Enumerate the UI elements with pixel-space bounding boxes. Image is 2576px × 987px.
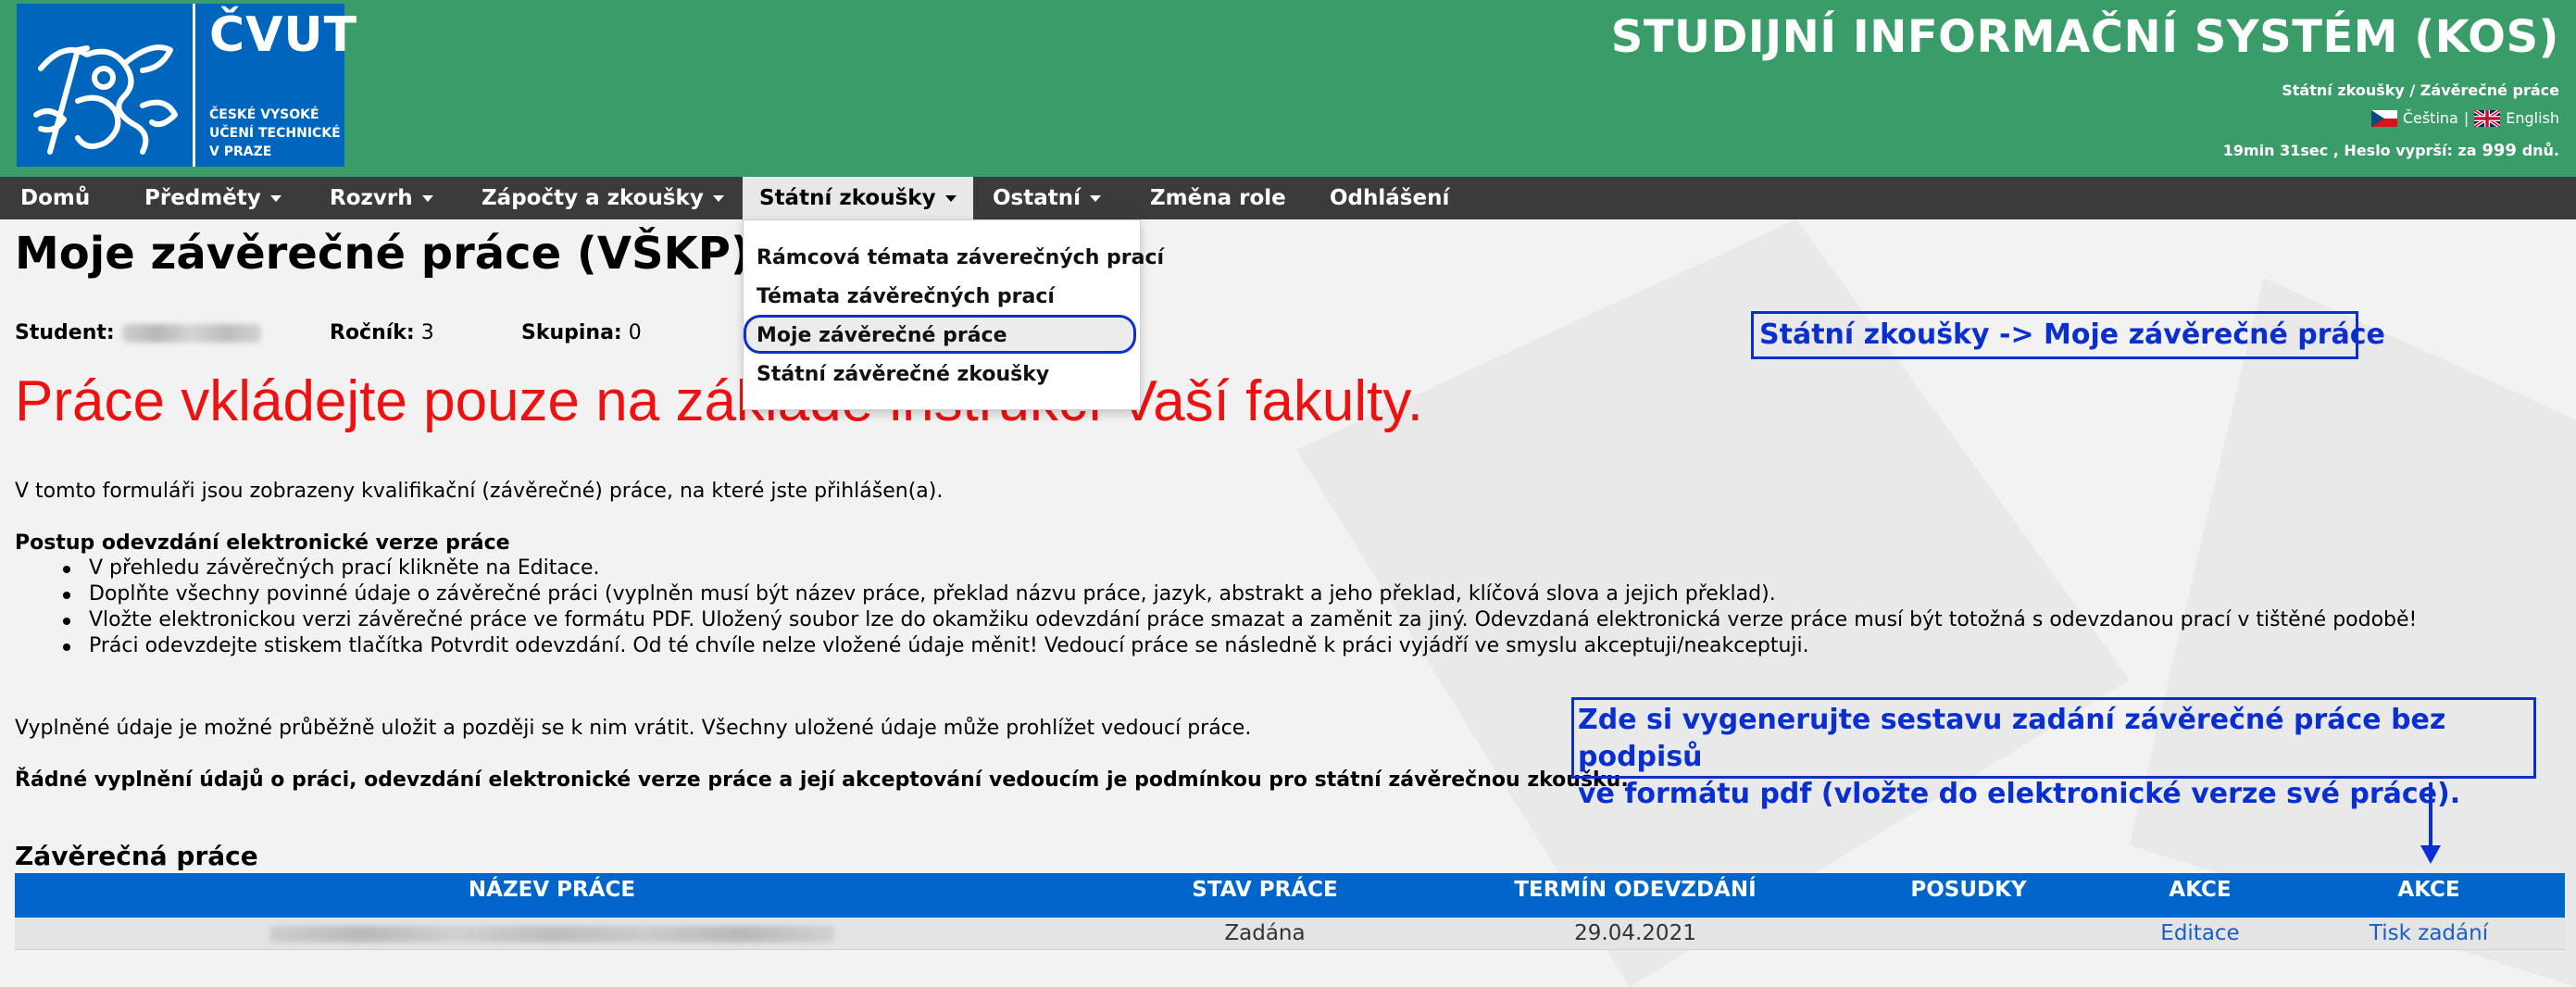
language-czech-link[interactable]: Čeština <box>2403 109 2458 127</box>
annotation-print-hint: Zde si vygenerujte sestavu zadání závěre… <box>1571 697 2536 810</box>
nav-item-label: Zápočty a zkoušky <box>481 186 704 210</box>
list-item: Vložte elektronickou verzi závěrečné prá… <box>56 607 2417 633</box>
column-header-status: STAV PRÁCE <box>1192 878 1338 902</box>
redacted-text <box>269 925 834 943</box>
nav-item-label: Ostatní <box>993 186 1082 210</box>
student-label: Student: <box>15 321 115 344</box>
student-info: Student: <box>15 321 261 344</box>
list-item: Doplňte všechny povinné údaje o závěrečn… <box>56 581 2417 607</box>
year-label: Ročník: <box>330 321 415 344</box>
nav-item-label: Předměty <box>144 186 261 210</box>
state-exams-dropdown: Rámcová témata záverečných prací Témata … <box>743 219 1164 410</box>
logo-divider <box>193 4 195 167</box>
table-row: Zadána 29.04.2021 Editace Tisk zadání <box>15 918 2565 950</box>
table-header: NÁZEV PRÁCE STAV PRÁCE TERMÍN ODEVZDÁNÍ … <box>15 873 2565 918</box>
logo-subtitle: ČESKÉ VYSOKÉ UČENÍ TECHNICKÉ V PRAZE <box>209 107 341 159</box>
caret-down-icon <box>1090 195 1102 202</box>
nav-item-label: Státní zkoušky <box>759 186 936 210</box>
nav-item-label: Rozvrh <box>330 186 413 210</box>
condition-note-text: Řádné vyplnění údajů o práci, odevzdání … <box>15 768 1629 792</box>
save-note: Vyplněné údaje je možné průběžně uložit … <box>15 717 1252 740</box>
annotation-menu-hint: Státní zkoušky -> Moje závěrečné práce <box>1751 311 2385 359</box>
system-title: STUDIJNÍ INFORMAČNÍ SYSTÉM (KOS) <box>1610 11 2559 63</box>
list-item: Práci odevzdejte stiskem tlačítka Potvrd… <box>56 633 2417 659</box>
caret-down-icon <box>421 195 433 202</box>
nav-item-label: Odhlášení <box>1330 186 1450 210</box>
group-value: 0 <box>628 321 642 344</box>
language-separator: | <box>2463 109 2470 127</box>
column-header-action-edit: AKCE <box>2169 878 2232 902</box>
procedure-title: Postup odevzdání elektronické verze prác… <box>15 531 510 555</box>
print-assignment-link[interactable]: Tisk zadání <box>2293 918 2565 949</box>
main-navigation: Domů Předměty Rozvrh Zápočty a zkoušky S… <box>0 177 2576 219</box>
dropdown-item-my-theses[interactable]: Moje závěrečné práce <box>757 324 1007 347</box>
lion-emblem-icon <box>33 44 178 155</box>
language-english-link[interactable]: English <box>2506 109 2559 127</box>
nav-item-other[interactable]: Ostatní <box>989 177 1105 219</box>
arrow-down-icon <box>2420 782 2441 864</box>
nav-item-subjects[interactable]: Předměty <box>141 177 285 219</box>
column-header-reviews: POSUDKY <box>1910 878 2027 902</box>
breadcrumb: Státní zkoušky / Závěrečné práce <box>2282 81 2559 99</box>
uk-flag-icon[interactable] <box>2474 109 2501 127</box>
dropdown-item-thesis-topics[interactable]: Témata závěrečných prací <box>757 285 1055 308</box>
czech-flag-icon[interactable] <box>2370 109 2397 127</box>
password-expiry-unit: dnů. <box>2521 142 2559 159</box>
section-title: Závěrečná práce <box>15 841 258 871</box>
nav-item-home[interactable]: Domů <box>17 177 94 219</box>
student-name-redacted <box>121 324 261 343</box>
procedure-steps: V přehledu závěrečných prací klikněte na… <box>56 556 2417 659</box>
warning-message: Práce vkládejte pouze na základě instruk… <box>15 369 1423 433</box>
group-label: Skupina: <box>521 321 622 344</box>
password-expiry-days: 999 <box>2482 141 2517 160</box>
column-header-title: NÁZEV PRÁCE <box>468 878 636 902</box>
session-timer: 19min 31sec , <box>2222 142 2339 159</box>
caret-down-icon <box>269 195 281 202</box>
caret-down-icon <box>944 195 957 202</box>
session-info: 19min 31sec , Heslo vyprší: za 999 dnů. <box>2223 141 2559 160</box>
password-expiry-label: Heslo vyprší: za <box>2344 142 2477 159</box>
condition-note: Řádné vyplnění údajů o práci, odevzdání … <box>15 768 1629 792</box>
dropdown-item-state-final-exams[interactable]: Státní závěrečné zkoušky <box>757 363 1049 386</box>
nav-item-label: Změna role <box>1150 186 1286 210</box>
site-header: ČVUT ČESKÉ VYSOKÉ UČENÍ TECHNICKÉ V PRAZ… <box>0 0 2576 177</box>
dropdown-item-framework-topics[interactable]: Rámcová témata záverečných prací <box>757 246 1164 269</box>
language-switcher: Čeština | English <box>2370 109 2559 127</box>
page-title: Moje závěrečné práce (VŠKP) <box>15 228 751 280</box>
column-header-deadline: TERMÍN ODEVZDÁNÍ <box>1514 878 1757 902</box>
year-value: 3 <box>420 321 434 344</box>
thesis-status: Zadána <box>1224 921 1306 945</box>
column-header-action-print: AKCE <box>2397 878 2460 902</box>
logo-brand: ČVUT <box>209 7 358 63</box>
nav-item-change-role[interactable]: Změna role <box>1146 177 1290 219</box>
thesis-deadline: 29.04.2021 <box>1574 921 1696 945</box>
nav-item-label: Domů <box>20 186 91 210</box>
nav-item-state-exams[interactable]: Státní zkoušky <box>743 177 973 219</box>
group-info: Skupina: 0 <box>521 321 642 344</box>
thesis-title-redacted <box>15 918 1089 949</box>
nav-item-credits-exams[interactable]: Zápočty a zkoušky <box>478 177 728 219</box>
year-info: Ročník: 3 <box>330 321 434 344</box>
theses-table: NÁZEV PRÁCE STAV PRÁCE TERMÍN ODEVZDÁNÍ … <box>15 873 2565 950</box>
list-item: V přehledu závěrečných prací klikněte na… <box>56 556 2417 581</box>
caret-down-icon <box>712 195 724 202</box>
nav-item-logout[interactable]: Odhlášení <box>1326 177 1453 219</box>
intro-text: V tomto formuláři jsou zobrazeny kvalifi… <box>15 480 944 503</box>
edit-link[interactable]: Editace <box>2107 918 2293 949</box>
cvut-logo[interactable]: ČVUT ČESKÉ VYSOKÉ UČENÍ TECHNICKÉ V PRAZ… <box>17 4 356 167</box>
procedure-title-text: Postup odevzdání elektronické verze prác… <box>15 531 510 555</box>
nav-item-schedule[interactable]: Rozvrh <box>326 177 437 219</box>
